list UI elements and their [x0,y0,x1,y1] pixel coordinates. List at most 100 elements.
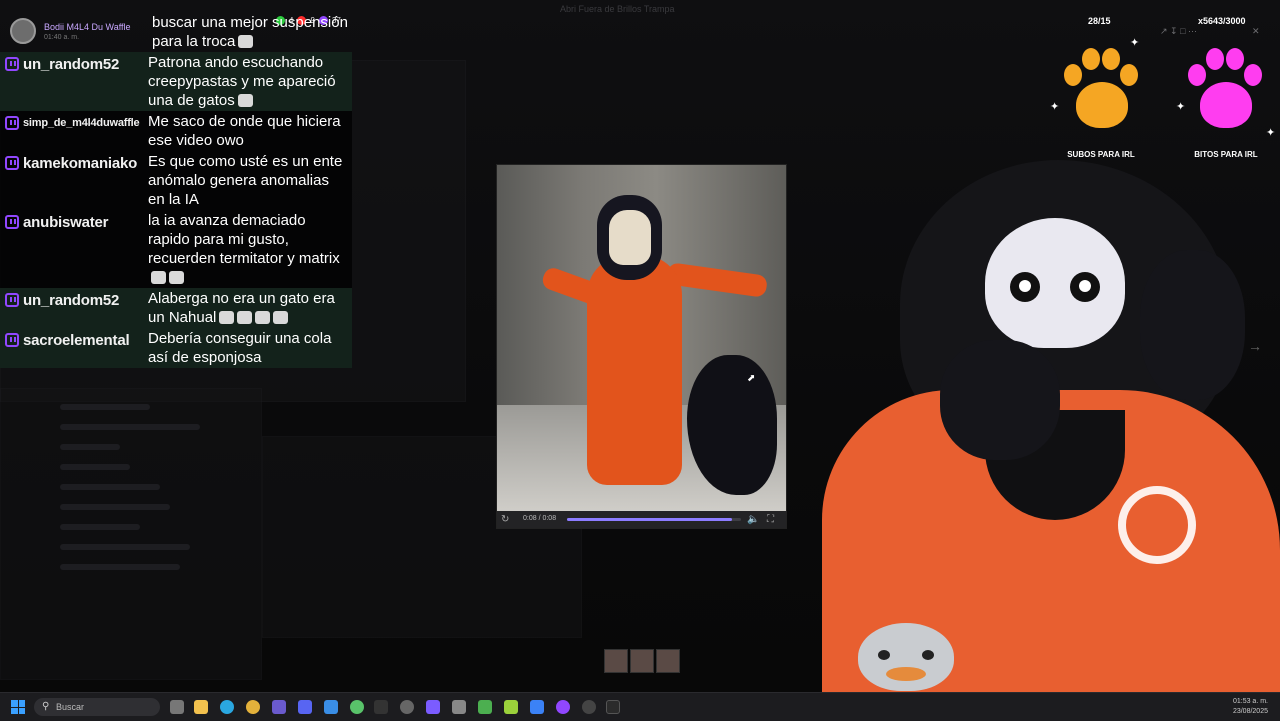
chat-message-text: Alaberga no era un gato era un Nahual [146,288,352,328]
chat-message-text: buscar una mejor suspensión para la troc… [150,12,352,52]
chat-message-text: Patrona ando escuchando creepypastas y m… [146,52,352,111]
chat-message-text: la ia avanza demaciado rapido para mi gu… [146,210,352,288]
thumbnail[interactable] [604,649,628,673]
clock-date: 23/08/2025 [1232,708,1268,715]
video-controls: ↻ 0:08 / 0:08 🔈 ⛶ [497,511,786,528]
background-line [60,444,120,450]
clock-time: 01:53 a. m. [1232,698,1268,705]
twitch-badge-icon [5,116,19,130]
taskbar-search[interactable]: ⚲ Buscar [34,698,160,716]
app-icon[interactable] [400,700,414,714]
paw-toe [1206,48,1224,70]
fish-eye [878,650,890,660]
paw-pad [1076,82,1128,128]
twitch-badge-icon [5,333,19,347]
chat-username[interactable]: kamekomaniako [23,151,146,172]
bits-label: BITOS PARA IRL [1194,150,1258,159]
thumbnail[interactable] [656,649,680,673]
app-icon[interactable] [478,700,492,714]
chat-username[interactable]: anubiswater [23,210,146,231]
app-icon[interactable] [426,700,440,714]
background-line [60,424,200,430]
subs-counter: 28/15 [1088,16,1111,26]
pink-paw-icon [1186,46,1264,132]
chat-message-text: Debería conseguir una cola así de esponj… [148,330,332,366]
app-icon[interactable] [350,700,364,714]
twitch-badge-icon [5,57,19,71]
background-line [60,544,190,550]
app-icon[interactable] [530,700,544,714]
chat-message: buscar una mejor suspensión para la troc… [0,12,352,52]
obs-icon[interactable] [582,700,596,714]
background-line [60,564,180,570]
taskbar-clock[interactable]: 01:53 a. m. 23/08/2025 [1233,697,1268,717]
emote-icon [169,271,184,284]
emote-icon [237,94,253,107]
sparkle-icon: ✦ [1050,101,1060,113]
chat-message: sacroelemental Debería conseguir una col… [0,328,352,368]
video-progress-track[interactable] [567,518,741,521]
bits-counter: x5643/3000 [1198,16,1246,26]
chat-username[interactable]: simp_de_m4l4duwaffle [23,111,146,129]
video-timecode: 0:08 / 0:08 [523,515,557,522]
subs-label: SUBOS PARA IRL [1067,150,1135,159]
discord-icon[interactable] [298,700,312,714]
terminal-icon[interactable] [606,700,620,714]
app-icon[interactable] [452,700,466,714]
thumbnail-strip [604,649,680,673]
fish-eye [922,650,934,660]
next-arrow-icon[interactable]: → [1248,338,1262,354]
chat-message-body: la ia avanza demaciado rapido para mi gu… [148,212,340,267]
file-explorer-icon[interactable] [194,700,208,714]
emote-icon [237,311,253,324]
paw-toe [1082,48,1100,70]
sparkle-icon: ✦ [1266,127,1276,139]
scp-logo-icon [1118,486,1196,564]
chrome-icon[interactable] [246,700,260,714]
chat-username[interactable]: sacroelemental [23,328,146,349]
paw-toe [1244,64,1262,86]
app-icon[interactable] [272,700,286,714]
app-icon[interactable] [504,700,518,714]
paw-toe [1188,64,1206,86]
background-line [60,484,160,490]
thumbnail[interactable] [630,649,654,673]
chat-message-text: Me saco de onde que hiciera ese video ow… [148,113,341,149]
fullscreen-icon[interactable]: ⛶ [767,514,774,525]
vtuber-eye [1070,272,1100,302]
window-controls[interactable]: ↗ ↧ □ ⋯ [1160,26,1197,37]
edge-browser-icon[interactable] [220,700,234,714]
volume-icon[interactable]: 🔈 [747,514,759,525]
mouse-cursor-icon: ⬈ [747,373,756,384]
video-progress-fill [567,518,733,521]
twitch-badge-icon [5,293,19,307]
window-title: Abri Fuera de Brillos Trampa [560,4,675,14]
paw-toe [1120,64,1138,86]
video-frame [497,165,786,511]
emote-icon [273,311,289,324]
vtuber-skull-mask [985,218,1125,348]
chat-message: un_random52 Patrona ando escuchando cree… [0,52,352,111]
task-view-icon[interactable] [170,700,184,714]
twitch-badge-icon [5,215,19,229]
chat-username[interactable]: un_random52 [23,288,146,309]
app-icon[interactable] [374,700,388,714]
close-icon[interactable]: ✕ [1252,26,1260,37]
paw-toe [1102,48,1120,70]
emote-icon [219,311,235,324]
sparkle-icon: ✦ [1176,101,1186,113]
chat-message: anubiswater la ia avanza demaciado rapid… [0,210,352,288]
background-line [60,404,150,410]
chat-username[interactable]: un_random52 [23,52,146,73]
video-player[interactable]: ↻ 0:08 / 0:08 🔈 ⛶ [496,164,787,529]
windows-start-icon[interactable] [11,700,25,714]
orange-paw-icon [1062,46,1140,132]
app-icon[interactable] [324,700,338,714]
chat-overlay: buscar una mejor suspensión para la troc… [0,12,352,368]
replay-icon[interactable]: ↻ [501,514,509,525]
emote-icon [151,271,166,284]
chat-message-text: Es que como usté es un ente anómalo gene… [148,153,343,208]
twitch-app-icon[interactable] [556,700,570,714]
vtuber-hand [940,340,1060,460]
search-icon: ⚲ [42,701,50,712]
